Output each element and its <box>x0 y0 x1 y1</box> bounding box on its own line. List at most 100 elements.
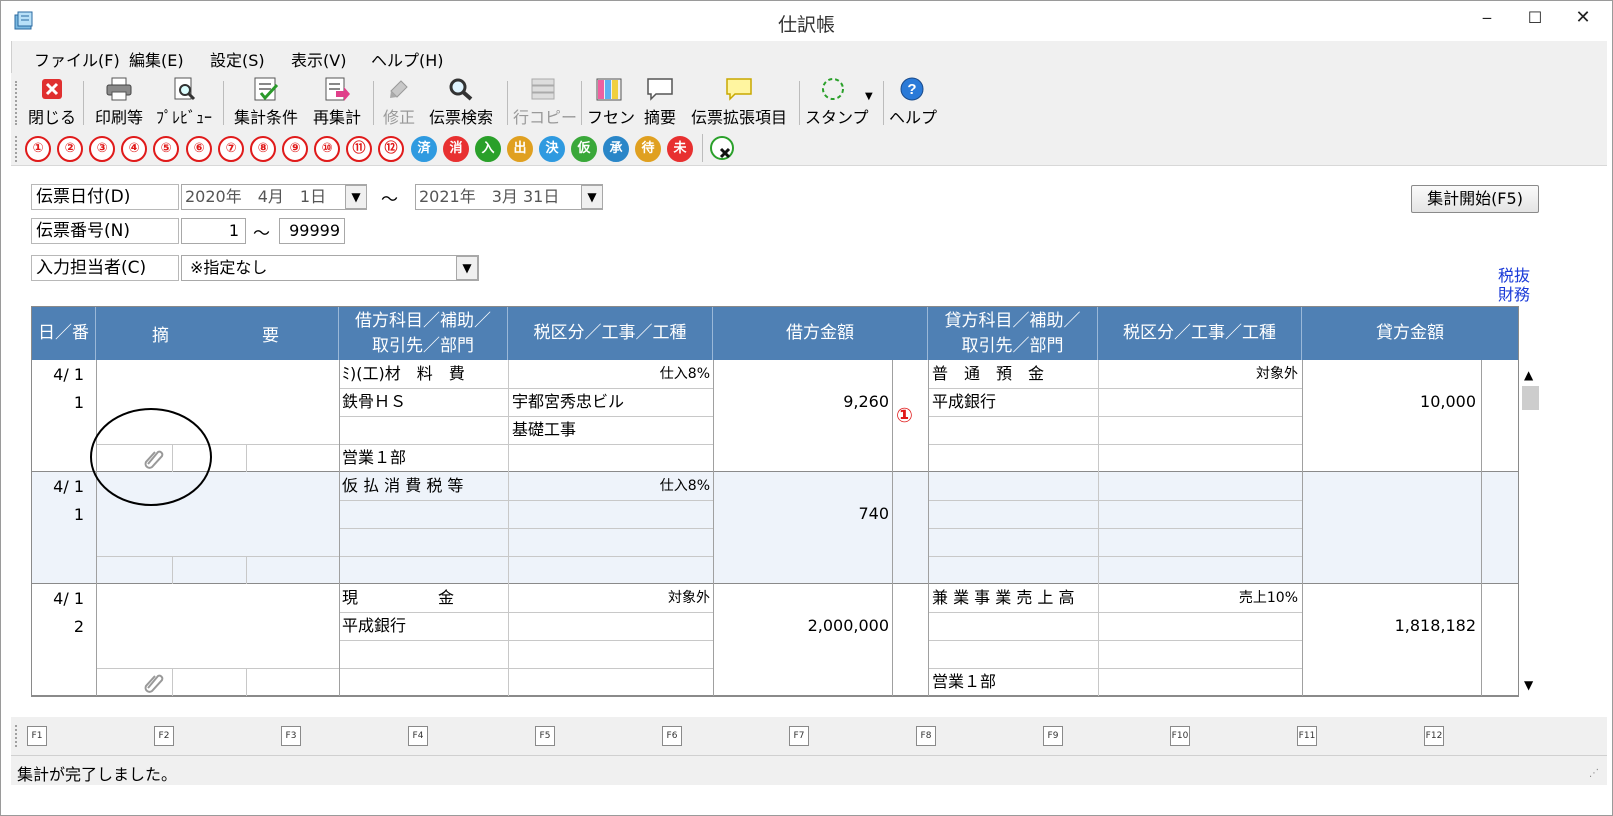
row-number[interactable]: 1 <box>32 390 84 416</box>
credit-account[interactable]: 兼 業 事 業 売 上 高 <box>932 585 1098 611</box>
debit-account[interactable]: ﾐ)(工)材 料 費 <box>342 361 508 387</box>
function-key-f7[interactable]: F7 <box>789 726 809 746</box>
row-number[interactable]: 2 <box>32 614 84 640</box>
user-select[interactable]: ※指定なし <box>181 255 479 281</box>
marker-button[interactable]: 済 <box>411 136 437 162</box>
user-dropdown[interactable]: ▼ <box>456 256 478 280</box>
row-marker[interactable]: ① <box>896 402 924 428</box>
date-from-dropdown[interactable]: ▼ <box>345 185 367 209</box>
function-key-f10[interactable]: F10 <box>1170 726 1190 746</box>
credit-account[interactable]: 普 通 預 金 <box>932 361 1098 387</box>
function-key-f6[interactable]: F6 <box>662 726 682 746</box>
marker-button[interactable]: ⑩ <box>314 136 340 162</box>
credit-amount[interactable]: 1,818,182 <box>1302 613 1476 639</box>
credit-tax-category[interactable]: 対象外 <box>1100 361 1298 387</box>
copy-row-button[interactable]: 行コピー <box>513 77 577 127</box>
scroll-thumb[interactable] <box>1522 386 1539 410</box>
finance-link[interactable]: 財務 <box>1498 281 1530 305</box>
vertical-scrollbar[interactable]: ▲ ▼ <box>1519 306 1541 697</box>
scroll-up-icon[interactable]: ▲ <box>1524 368 1533 382</box>
debit-project[interactable]: 宇都宮秀忠ビル <box>512 389 710 415</box>
extended-items-button[interactable]: 伝票拡張項目 <box>687 77 791 127</box>
function-key-f12[interactable]: F12 <box>1424 726 1444 746</box>
menu-help[interactable]: ヘルプ(H) <box>371 47 444 71</box>
debit-department[interactable]: 営業１部 <box>342 445 508 471</box>
marker-button[interactable]: ③ <box>89 136 115 162</box>
marker-button[interactable]: ② <box>57 136 83 162</box>
attachment-icon[interactable] <box>142 671 166 697</box>
close-window-button[interactable]: ✕ <box>1561 3 1605 33</box>
marker-button[interactable]: ⑨ <box>282 136 308 162</box>
maximize-button[interactable]: ☐ <box>1513 3 1557 33</box>
debit-tax-category[interactable]: 対象外 <box>512 585 710 611</box>
search-voucher-button[interactable]: 伝票検索 <box>425 77 497 127</box>
debit-work-type[interactable]: 基礎工事 <box>512 417 710 443</box>
credit-sub-account[interactable]: 平成銀行 <box>932 389 1098 415</box>
conditions-button[interactable]: 集計条件 <box>231 77 301 127</box>
marker-button[interactable]: ⑧ <box>250 136 276 162</box>
marker-button[interactable]: 未 <box>667 136 693 162</box>
memo-button[interactable]: 摘要 <box>639 77 681 127</box>
function-key-f5[interactable]: F5 <box>535 726 555 746</box>
debit-amount[interactable]: 2,000,000 <box>713 613 889 639</box>
close-button[interactable]: 閉じる <box>27 77 77 127</box>
number-to-field[interactable]: 99999 <box>279 218 345 244</box>
clear-marker-button[interactable] <box>709 135 737 163</box>
marker-button[interactable]: ⑫ <box>378 136 404 162</box>
menu-view[interactable]: 表示(V) <box>291 47 346 71</box>
stamp-dropdown-icon[interactable]: ▼ <box>865 91 873 102</box>
marker-button[interactable]: ④ <box>121 136 147 162</box>
date-to-field[interactable]: 2021年 3月 31日 <box>415 184 603 210</box>
debit-amount[interactable]: 740 <box>713 501 889 527</box>
date-from-field[interactable]: 2020年 4月 1日 <box>181 184 367 210</box>
minimize-button[interactable]: ‒ <box>1465 3 1509 33</box>
date-to-dropdown[interactable]: ▼ <box>581 185 603 209</box>
debit-account[interactable]: 仮 払 消 費 税 等 <box>342 473 508 499</box>
debit-tax-category[interactable]: 仕入8% <box>512 473 710 499</box>
resize-grip-icon[interactable]: ⋰ <box>1589 768 1599 779</box>
marker-button[interactable]: 入 <box>475 136 501 162</box>
row-date[interactable]: 4/ 1 <box>32 586 84 612</box>
debit-sub-account[interactable]: 鉄骨ＨＳ <box>342 389 508 415</box>
row-date[interactable]: 4/ 1 <box>32 474 84 500</box>
sticky-note-button[interactable]: フセン <box>587 77 635 127</box>
marker-button[interactable]: ① <box>25 136 51 162</box>
menu-settings[interactable]: 設定(S) <box>210 47 265 71</box>
function-key-f9[interactable]: F9 <box>1043 726 1063 746</box>
row-number[interactable]: 1 <box>32 502 84 528</box>
debit-tax-category[interactable]: 仕入8% <box>512 361 710 387</box>
debit-amount[interactable]: 9,260 <box>713 389 889 415</box>
menu-edit[interactable]: 編集(E) <box>129 47 184 71</box>
start-aggregate-button[interactable]: 集計開始(F5) <box>1411 185 1539 213</box>
marker-button[interactable]: 消 <box>443 136 469 162</box>
marker-button[interactable]: ⑪ <box>346 136 372 162</box>
marker-button[interactable]: 決 <box>539 136 565 162</box>
function-key-f11[interactable]: F11 <box>1297 726 1317 746</box>
debit-sub-account[interactable]: 平成銀行 <box>342 613 508 639</box>
marker-button[interactable]: 承 <box>603 136 629 162</box>
menu-file[interactable]: ファイル(F) <box>34 47 120 71</box>
recalc-button[interactable]: 再集計 <box>309 77 365 127</box>
scroll-down-icon[interactable]: ▼ <box>1524 678 1533 692</box>
credit-tax-category[interactable]: 売上10% <box>1100 585 1298 611</box>
number-from-field[interactable]: 1 <box>181 218 246 244</box>
marker-button[interactable]: ⑦ <box>218 136 244 162</box>
function-key-f2[interactable]: F2 <box>154 726 174 746</box>
function-key-f4[interactable]: F4 <box>408 726 428 746</box>
marker-button[interactable]: 出 <box>507 136 533 162</box>
credit-amount[interactable]: 10,000 <box>1302 389 1476 415</box>
marker-button[interactable]: 待 <box>635 136 661 162</box>
help-button[interactable]: ? ヘルプ <box>889 77 937 127</box>
stamp-button[interactable]: スタンプ <box>805 77 869 127</box>
marker-button[interactable]: ⑥ <box>186 136 212 162</box>
credit-department[interactable]: 営業１部 <box>932 669 1098 695</box>
function-key-f8[interactable]: F8 <box>916 726 936 746</box>
preview-button[interactable]: ﾌﾟﾚﾋﾞｭｰ <box>153 77 215 127</box>
function-key-f3[interactable]: F3 <box>281 726 301 746</box>
edit-button[interactable]: 修正 <box>379 77 419 127</box>
debit-account[interactable]: 現 金 <box>342 585 508 611</box>
row-date[interactable]: 4/ 1 <box>32 362 84 388</box>
marker-button[interactable]: ⑤ <box>153 136 179 162</box>
print-button[interactable]: 印刷等 <box>91 77 147 127</box>
function-key-f1[interactable]: F1 <box>27 726 47 746</box>
